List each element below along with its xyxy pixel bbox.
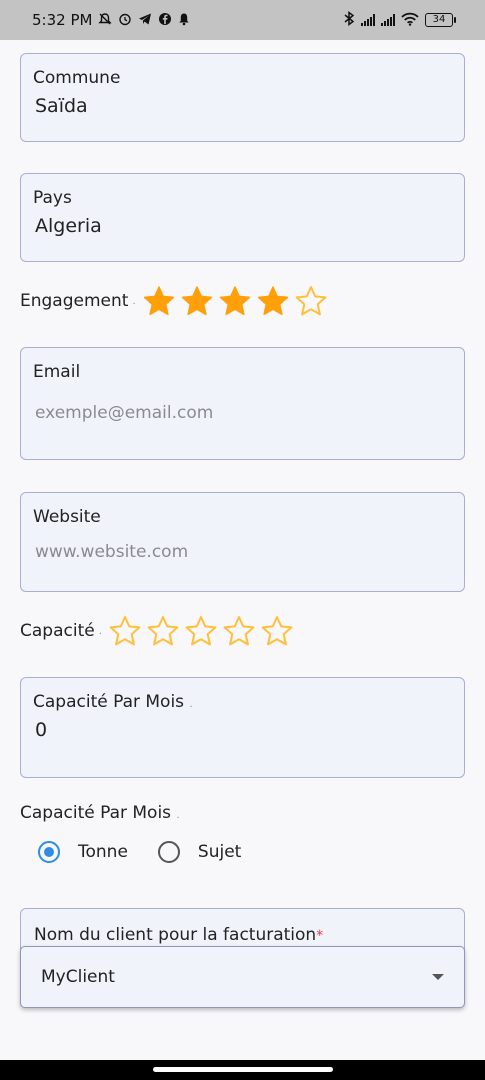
unit-radio-title-text: Capacité Par Mois	[20, 803, 172, 823]
battery-icon: 34	[425, 13, 456, 27]
unit-radio-title: Capacité Par Mois .	[20, 803, 241, 823]
star-outline-icon[interactable]	[260, 614, 294, 648]
star-filled-icon[interactable]	[142, 284, 176, 318]
star-outline-icon[interactable]	[184, 614, 218, 648]
client-select-value[interactable]: MyClient	[41, 967, 115, 987]
telegram-icon	[138, 12, 152, 29]
unit-radio-group: Capacité Par Mois . Tonne Sujet	[20, 803, 241, 863]
star-outline-icon[interactable]	[108, 614, 142, 648]
battery-level: 34	[432, 14, 446, 25]
facebook-icon	[158, 12, 172, 29]
mute-icon	[98, 12, 113, 29]
engagement-marker: .	[132, 295, 136, 307]
star-outline-icon[interactable]	[294, 284, 328, 318]
dropdown-arrow-icon[interactable]	[432, 974, 444, 980]
engagement-stars	[142, 284, 328, 318]
required-mark: *	[316, 928, 324, 944]
unit-radio-marker: .	[176, 810, 180, 821]
status-right: 34	[343, 11, 456, 29]
website-field[interactable]: Website www.website.com	[20, 492, 465, 592]
capacite-rating: Capacité .	[20, 614, 294, 648]
capacite-par-mois-field[interactable]: Capacité Par Mois . 0	[20, 677, 465, 778]
engagement-label: Engagement	[20, 291, 129, 311]
website-input[interactable]: www.website.com	[33, 541, 452, 563]
pays-field[interactable]: Pays Algeria	[20, 173, 465, 262]
radio-sujet-label[interactable]: Sujet	[198, 842, 241, 862]
capacite-marker: .	[98, 625, 102, 637]
signal-icon-2	[381, 14, 395, 26]
capacite-par-mois-label-text: Capacité Par Mois	[33, 692, 185, 712]
radio-sujet-button[interactable]	[157, 841, 180, 863]
client-select[interactable]: MyClient	[20, 946, 465, 1008]
star-outline-icon[interactable]	[222, 614, 256, 648]
bluetooth-icon	[343, 11, 355, 29]
star-filled-icon[interactable]	[256, 284, 290, 318]
wifi-icon	[401, 12, 419, 29]
home-gesture-handle[interactable]	[153, 1067, 333, 1072]
capacite-par-mois-marker: .	[189, 699, 193, 710]
star-filled-icon[interactable]	[218, 284, 252, 318]
capacite-par-mois-value[interactable]: 0	[33, 718, 452, 743]
alarm-icon	[118, 12, 132, 29]
capacite-label: Capacité	[20, 621, 95, 641]
status-time: 5:32 PM	[32, 11, 93, 29]
commune-value[interactable]: Saïda	[33, 94, 452, 119]
radio-option-sujet[interactable]: Sujet	[157, 841, 241, 863]
radio-tonne-label[interactable]: Tonne	[78, 842, 128, 862]
commune-field[interactable]: Commune Saïda	[20, 53, 465, 142]
pays-label: Pays	[33, 188, 72, 208]
engagement-rating: Engagement .	[20, 284, 328, 318]
commune-label: Commune	[33, 68, 121, 88]
email-input[interactable]: exemple@email.com	[33, 402, 452, 424]
capacite-par-mois-label: Capacité Par Mois .	[33, 692, 452, 712]
unit-radio-options: Tonne Sujet	[38, 841, 241, 863]
bell-icon	[178, 12, 190, 29]
capacite-stars	[108, 614, 294, 648]
status-left: 5:32 PM	[32, 11, 190, 29]
star-filled-icon[interactable]	[180, 284, 214, 318]
email-field[interactable]: Email exemple@email.com	[20, 347, 465, 460]
pays-value[interactable]: Algeria	[33, 214, 452, 239]
client-label-text: Nom du client pour la facturation	[34, 925, 317, 945]
signal-icon	[361, 14, 375, 26]
status-bar: 5:32 PM 34	[0, 0, 485, 40]
email-label: Email	[33, 362, 81, 382]
navigation-bar	[0, 1060, 485, 1080]
radio-option-tonne[interactable]: Tonne	[38, 841, 128, 863]
star-outline-icon[interactable]	[146, 614, 180, 648]
client-label: Nom du client pour la facturation*	[34, 925, 323, 945]
radio-tonne-button[interactable]	[38, 841, 60, 863]
website-label: Website	[33, 507, 101, 527]
